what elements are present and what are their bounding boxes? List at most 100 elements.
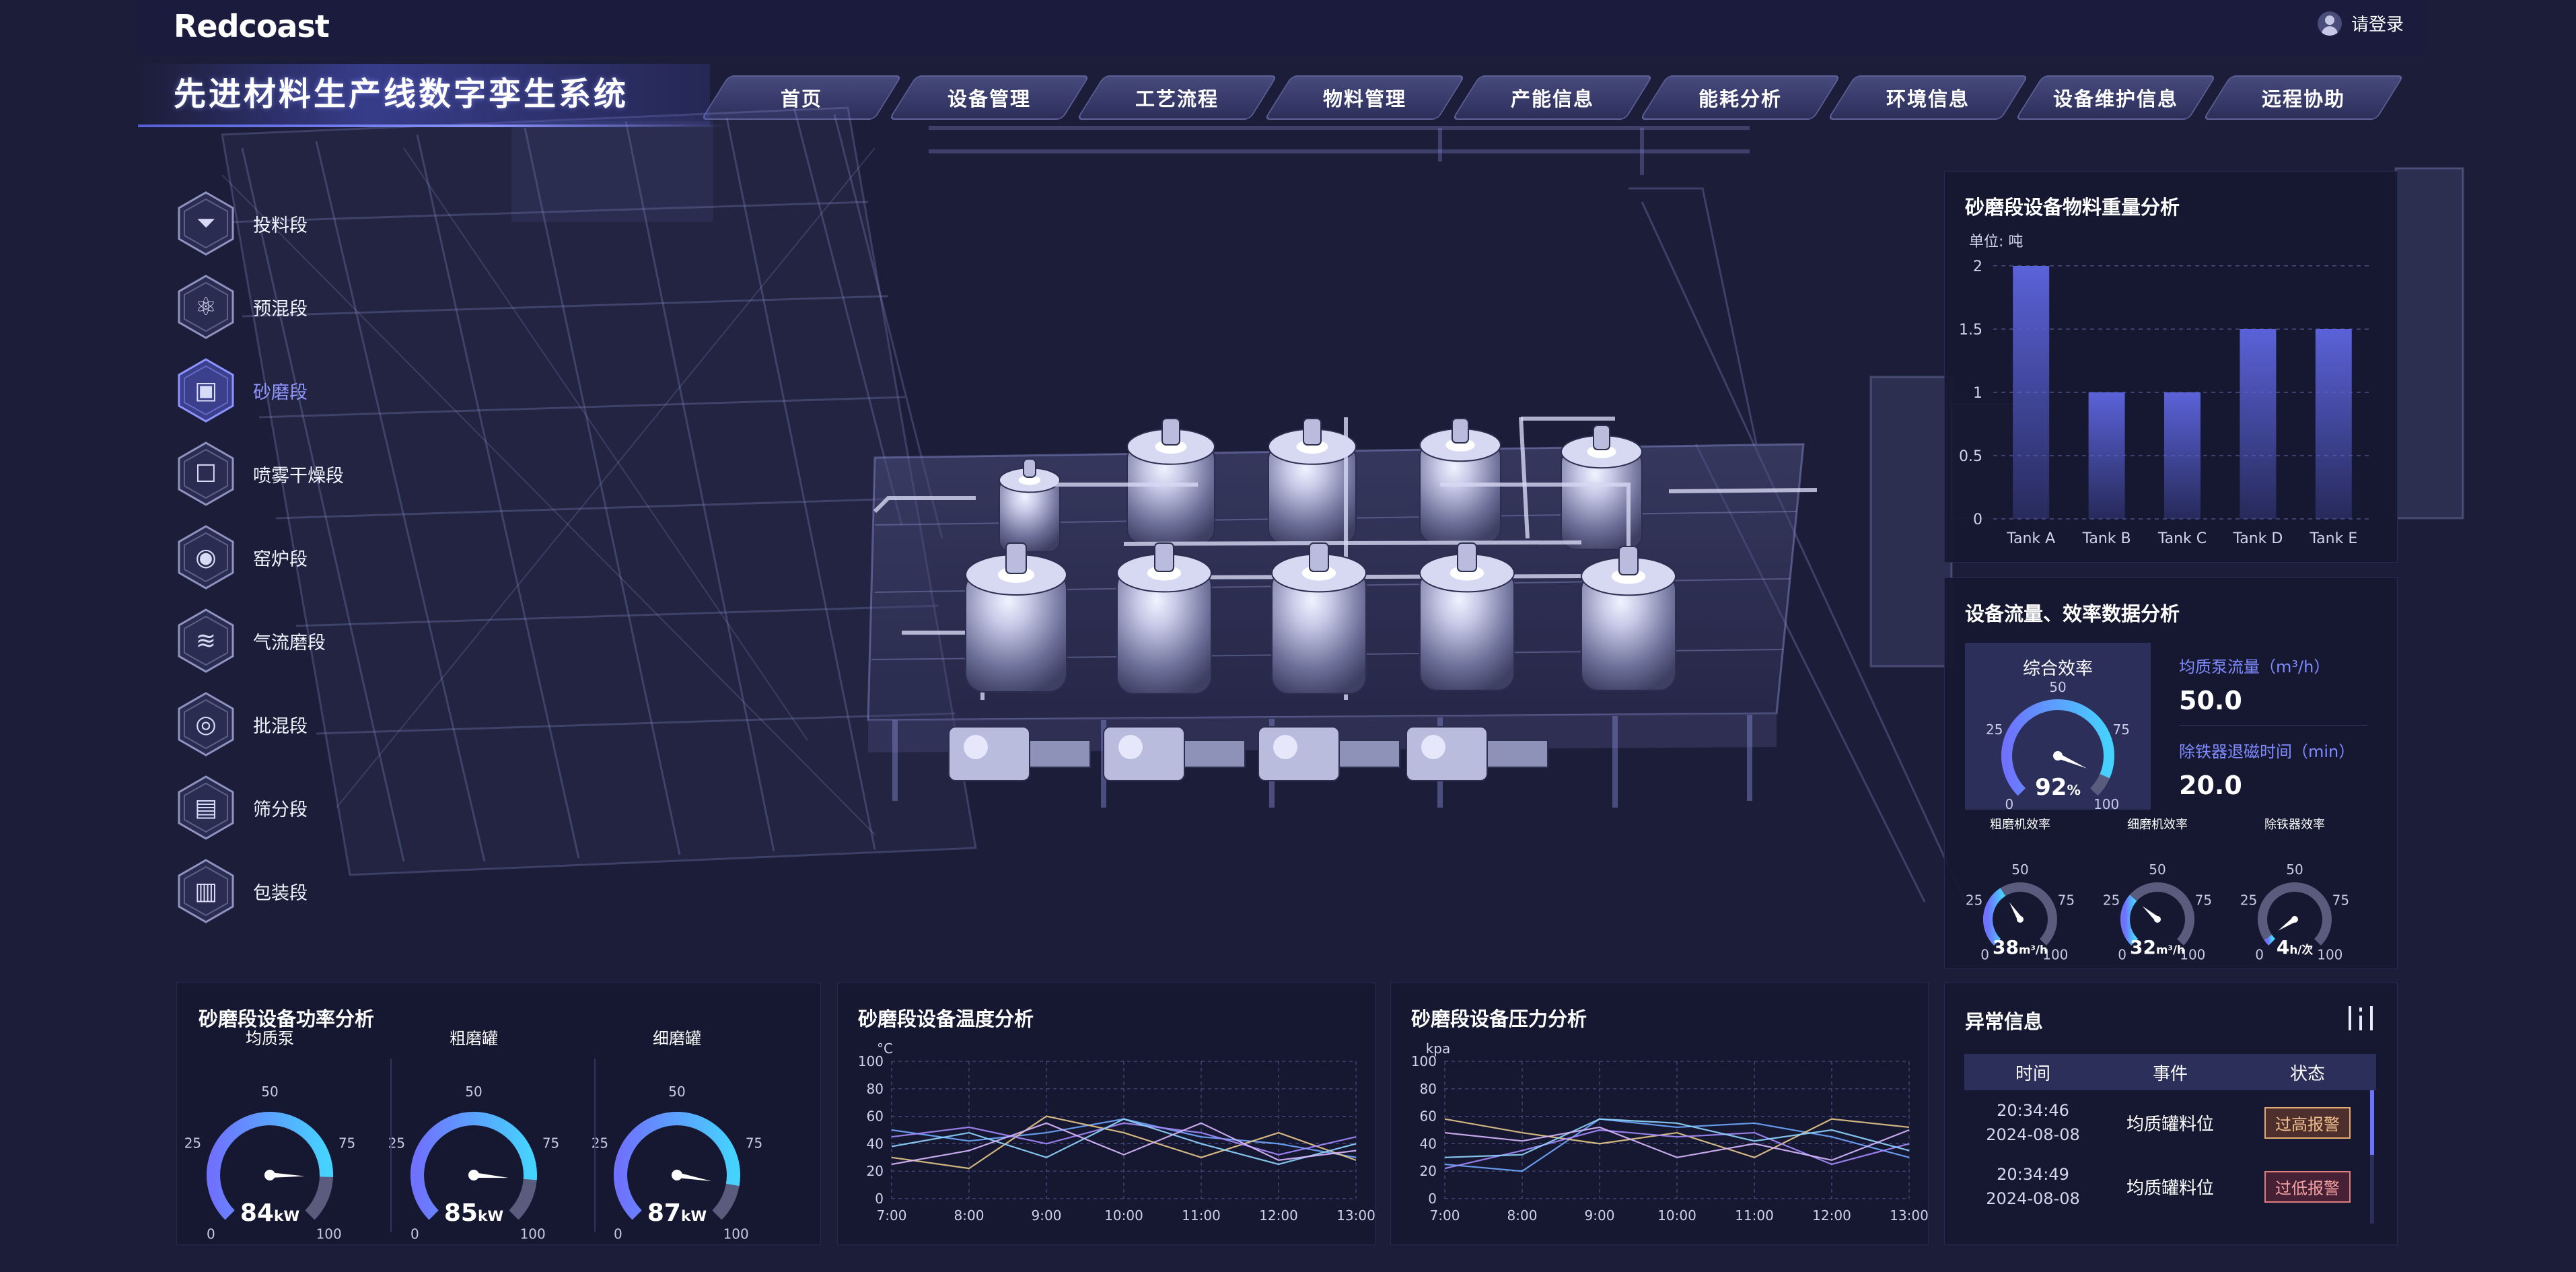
alarm-row[interactable]: 20:34:46 2024-08-08 均质罐料位 过高报警 bbox=[1964, 1098, 2376, 1147]
divider bbox=[2179, 725, 2367, 726]
stage-item[interactable]: ▣ 砂磨段 bbox=[175, 357, 417, 424]
pump-body bbox=[1258, 726, 1340, 781]
tank-motor bbox=[1303, 418, 1322, 446]
gauge-tick-label: 75 bbox=[746, 1135, 762, 1152]
nav-tab-label: 远程协助 bbox=[2261, 87, 2345, 110]
login-link[interactable]: 请登录 bbox=[2317, 11, 2404, 36]
gauge-value: 4h/次 bbox=[2277, 936, 2314, 958]
tank bbox=[1271, 542, 1367, 695]
stage-item[interactable]: ◎ 批混段 bbox=[175, 691, 417, 758]
gauge-value: 87kW bbox=[647, 1199, 707, 1227]
tank-motor bbox=[1154, 542, 1174, 572]
alarm-status-cell: 过低报警 bbox=[2239, 1170, 2376, 1203]
stage-item[interactable]: ⏷ 投料段 bbox=[175, 190, 417, 257]
alarm-bars-icon[interactable] bbox=[2347, 1005, 2374, 1032]
pump-highlight bbox=[964, 735, 988, 759]
stage-item[interactable]: ≋ 气流磨段 bbox=[175, 607, 417, 674]
gauge-value-number: 84 bbox=[240, 1199, 274, 1227]
alarm-table-header: 时间 事件 状态 bbox=[1964, 1054, 2376, 1090]
tank bbox=[965, 542, 1067, 693]
alarm-time-cell: 20:34:46 2024-08-08 bbox=[1964, 1098, 2102, 1147]
weight-panel: 砂磨段设备物料重量分析 单位: 吨 0 0.5 1 1.5 2 Tank A Tank BT… bbox=[1944, 171, 2398, 563]
nav-tab-label: 环境信息 bbox=[1886, 87, 1970, 110]
x-tick-label: Tank C bbox=[2157, 530, 2207, 547]
bar bbox=[2164, 392, 2201, 519]
stage-glyph: ☐ bbox=[194, 460, 217, 488]
gauge-tick-label: 50 bbox=[261, 1084, 278, 1100]
bar bbox=[2240, 329, 2277, 519]
scrollbar-thumb[interactable] bbox=[2370, 1090, 2374, 1155]
gauge-value-number: 92 bbox=[2035, 774, 2067, 801]
gauge-label: 细磨机效率 bbox=[2127, 818, 2188, 832]
pressure-panel: 砂磨段设备压力分析 kpa 0 20 40 60 80 100 7:00 8:00 9:00 10:… bbox=[1390, 983, 1929, 1245]
nav-tab-environment[interactable]: 环境信息 bbox=[1841, 75, 2015, 120]
alarm-row[interactable]: 20:34:49 2024-08-08 均质罐料位 过低报警 bbox=[1964, 1162, 2376, 1211]
stage-item[interactable]: ▤ 筛分段 bbox=[175, 774, 417, 841]
gauge-tick-label: 75 bbox=[2113, 721, 2130, 738]
kiln-icon: ◉ bbox=[175, 524, 237, 591]
stage-glyph: ≋ bbox=[195, 627, 217, 655]
stage-item[interactable]: ⚛ 预混段 bbox=[175, 273, 417, 341]
stage-label: 筛分段 bbox=[253, 799, 308, 820]
gauge-tick-label: 25 bbox=[592, 1135, 608, 1152]
gauge-value-unit: % bbox=[2067, 782, 2080, 798]
pressure-line-chart: kpa0204060801007:00 8:00 9:00 10:00 11:00 12:… bbox=[1411, 1040, 1928, 1224]
nav-tab-materials[interactable]: 物料管理 bbox=[1278, 75, 1452, 120]
tank-motor bbox=[1005, 542, 1027, 574]
gauge-tick-label: 50 bbox=[2011, 861, 2028, 878]
user-avatar-icon bbox=[2317, 11, 2342, 36]
alarm-scrollbar[interactable] bbox=[2370, 1090, 2374, 1224]
nav-tab-label: 能耗分析 bbox=[1698, 87, 1782, 110]
gauge-tick-label: 0 bbox=[1980, 946, 1989, 962]
temperature-panel: 砂磨段设备温度分析 °C 0 20 40 60 80 100 7:00 8:00 9:00 10:0… bbox=[837, 983, 1375, 1245]
tank bbox=[1419, 542, 1515, 691]
pump-body bbox=[1406, 726, 1488, 781]
nav-tab-label: 首页 bbox=[780, 87, 822, 110]
x-tick-label: 12:00 bbox=[1812, 1207, 1851, 1224]
nav-tab-capacity[interactable]: 产能信息 bbox=[1466, 75, 1639, 120]
nav-tab-maintenance[interactable]: 设备维护信息 bbox=[2029, 75, 2203, 120]
pump-motor bbox=[1487, 740, 1548, 768]
gauge-value-unit: m³/h bbox=[2019, 943, 2048, 956]
tank bbox=[1116, 542, 1212, 695]
tank-motor bbox=[1593, 425, 1610, 450]
y-tick-label: 80 bbox=[867, 1081, 884, 1097]
nav-tab-home[interactable]: 首页 bbox=[715, 75, 888, 120]
gauge-track bbox=[2120, 882, 2194, 946]
pump-motor bbox=[1029, 740, 1091, 768]
stage-item[interactable]: ▥ 包装段 bbox=[175, 857, 417, 925]
x-tick-label: 12:00 bbox=[1259, 1207, 1298, 1224]
dryer-icon: ☐ bbox=[175, 440, 237, 507]
login-label: 请登录 bbox=[2351, 15, 2404, 35]
gauge-tick-label: 25 bbox=[1986, 721, 2003, 738]
stage-glyph: ▥ bbox=[194, 877, 217, 905]
gauge-hub bbox=[264, 1170, 275, 1180]
gauge-tick-label: 100 bbox=[316, 1226, 342, 1242]
gauge-hub bbox=[2291, 916, 2298, 923]
gauge-hub bbox=[2053, 751, 2063, 761]
gauge-hub bbox=[468, 1170, 479, 1180]
demag-time-label: 除铁器退磁时间（min） bbox=[2179, 742, 2355, 761]
title-underline bbox=[138, 125, 730, 127]
tank-motor bbox=[1161, 418, 1180, 446]
col-time: 时间 bbox=[2015, 1063, 2050, 1084]
nav-tab-equipment[interactable]: 设备管理 bbox=[902, 75, 1076, 120]
stage-item[interactable]: ◉ 窑炉段 bbox=[175, 524, 417, 591]
gauge-value: 92% bbox=[2035, 774, 2081, 801]
stage-label: 投料段 bbox=[253, 215, 308, 236]
y-tick-label: 1 bbox=[1973, 385, 1982, 402]
gauge-value: 38m³/h bbox=[1993, 936, 2048, 958]
stage-item[interactable]: ☐ 喷雾干燥段 bbox=[175, 440, 417, 507]
nav-tab-process[interactable]: 工艺流程 bbox=[1090, 75, 1264, 120]
alarm-date: 2024-08-08 bbox=[1986, 1125, 2080, 1144]
brand-logo: Redcoast bbox=[174, 8, 330, 44]
y-tick-label: 0 bbox=[875, 1191, 884, 1207]
gauge-value-unit: kW bbox=[274, 1208, 299, 1225]
nav-tab-remote[interactable]: 远程协助 bbox=[2217, 75, 2390, 120]
x-tick-label: 9:00 bbox=[1585, 1207, 1615, 1224]
nav-tab-energy[interactable]: 能耗分析 bbox=[1653, 75, 1827, 120]
bar bbox=[2088, 392, 2125, 519]
top-bar bbox=[138, 0, 2426, 55]
nav-tab-label: 工艺流程 bbox=[1135, 87, 1219, 110]
gauge-tick-label: 50 bbox=[2286, 861, 2303, 878]
